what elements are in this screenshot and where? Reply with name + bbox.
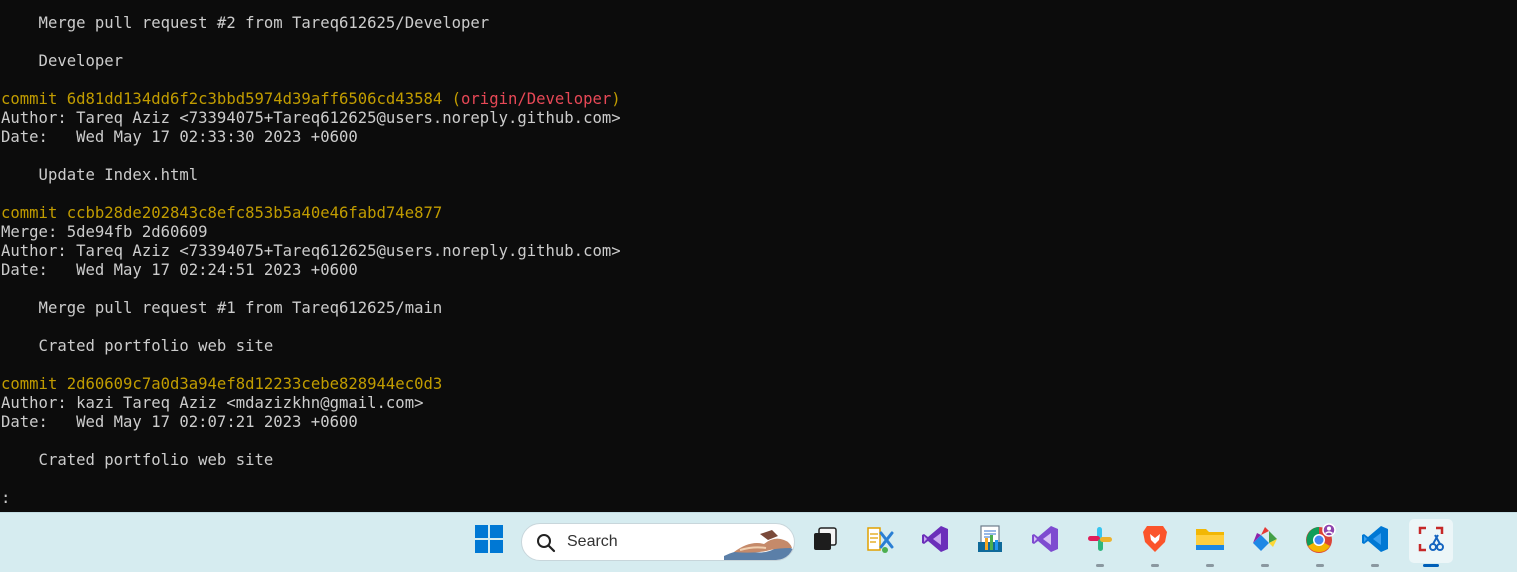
taskbar: Search [0, 512, 1517, 572]
search-placeholder: Search [567, 533, 618, 550]
commit-keyword: commit [1, 375, 67, 393]
brave-button[interactable] [1133, 519, 1177, 567]
visual-studio-icon [1030, 524, 1060, 559]
pager-prompt[interactable]: : [1, 489, 621, 508]
chrome-button[interactable] [1298, 519, 1342, 567]
log-text-line: Merge pull request #2 from Tareq612625/D… [1, 14, 490, 32]
commit-keyword: commit [1, 204, 67, 222]
git-gui-button[interactable] [1243, 519, 1287, 567]
vscode-button[interactable] [1353, 519, 1397, 567]
task-view-icon [811, 525, 839, 558]
search-icon [536, 533, 556, 558]
task-view-button[interactable] [803, 519, 847, 563]
log-text-line: Date: Wed May 17 02:24:51 2023 +0600 [1, 261, 358, 279]
branch-ref: origin/Developer [461, 90, 612, 108]
running-indicator [1151, 564, 1159, 567]
active-indicator [1423, 564, 1439, 567]
file-explorer-button[interactable] [1188, 519, 1232, 567]
ref-open-paren: ( [442, 90, 462, 108]
running-indicator [1316, 564, 1324, 567]
ref-close-paren: ) [611, 90, 621, 108]
search-box[interactable]: Search [521, 523, 795, 561]
log-text-line: Date: Wed May 17 02:33:30 2023 +0600 [1, 128, 358, 146]
commit-line: commit 6d81dd134dd6f2c3bbd5974d39aff6506… [1, 90, 621, 109]
commit-line: commit ccbb28de202843c8efc853b5a40e46fab… [1, 204, 621, 223]
log-text-line: Author: Tareq Aziz <73394075+Tareq612625… [1, 242, 621, 260]
report-app-icon [975, 524, 1005, 559]
commit-hash: 6d81dd134dd6f2c3bbd5974d39aff6506cd43584 [66, 90, 443, 108]
log-text-line: Crated portfolio web site [1, 451, 274, 469]
slack-icon [1086, 525, 1114, 558]
visual-studio-2-button[interactable] [1023, 519, 1067, 563]
folder-icon [1194, 525, 1226, 558]
running-indicator [1206, 564, 1214, 567]
visual-studio-icon [920, 524, 950, 559]
windows-start-icon [474, 524, 504, 559]
commit-line: commit 2d60609c7a0d3a94ef8d12233cebe8289… [1, 375, 621, 394]
log-text-line: Merge pull request #1 from Tareq612625/m… [1, 299, 443, 317]
running-indicator [1096, 564, 1104, 567]
log-text-line: Crated portfolio web site [1, 337, 274, 355]
brave-icon [1141, 524, 1169, 559]
slack-button[interactable] [1078, 519, 1122, 567]
git-icon [1250, 524, 1280, 559]
log-text-line: Update Index.html [1, 166, 199, 184]
snipping-tool-button[interactable] [1409, 519, 1453, 567]
log-text-line: Date: Wed May 17 02:07:21 2023 +0600 [1, 413, 358, 431]
vscode-icon [1360, 524, 1390, 559]
running-indicator [1371, 564, 1379, 567]
log-text-line: Developer [1, 52, 124, 70]
commit-keyword: commit [1, 90, 67, 108]
xml-tool-button[interactable] [858, 519, 902, 563]
running-indicator [1261, 564, 1269, 567]
commit-hash: ccbb28de202843c8efc853b5a40e46fabd74e877 [66, 204, 443, 222]
log-text-line: Author: Tareq Aziz <73394075+Tareq612625… [1, 109, 621, 127]
chrome-icon [1304, 522, 1336, 560]
xml-tool-icon [865, 524, 895, 559]
snipping-tool-icon [1416, 524, 1446, 559]
git-log-output: Merge pull request #2 from Tareq612625/D… [1, 14, 621, 508]
commit-hash: 2d60609c7a0d3a94ef8d12233cebe828944ec0d3 [66, 375, 443, 393]
start-button[interactable] [467, 519, 511, 563]
visual-studio-button[interactable] [913, 519, 957, 563]
terminal-window[interactable]: Merge pull request #2 from Tareq612625/D… [0, 0, 1517, 512]
report-app-button[interactable] [968, 519, 1012, 563]
log-text-line: Author: kazi Tareq Aziz <mdazizkhn@gmail… [1, 394, 424, 412]
log-text-line: Merge: 5de94fb 2d60609 [1, 223, 208, 241]
search-highlight-illustration [720, 526, 794, 560]
